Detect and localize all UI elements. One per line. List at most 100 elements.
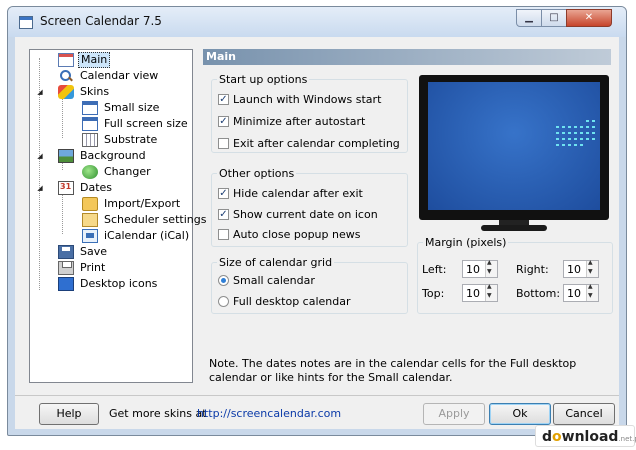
tree-item-label: Dates (80, 181, 113, 194)
other-options-group: Other options ✓ Hide calendar after exit… (211, 167, 408, 247)
launch-with-windows-checkbox[interactable]: ✓ Launch with Windows start (218, 93, 381, 106)
watermark-text: wnload (561, 429, 619, 445)
tree-item-main[interactable]: Main (58, 52, 111, 68)
checkbox-box: ✓ (218, 116, 229, 127)
window-icon (82, 117, 98, 131)
tree-item-label: Print (80, 261, 106, 274)
tree-item-label: Scheduler settings (104, 213, 207, 226)
calendar-day-mark (568, 144, 571, 146)
calendar-day-mark (562, 144, 565, 146)
minimize-button[interactable]: ▁ (516, 9, 542, 27)
margin-top-spinner[interactable]: 10 (462, 283, 498, 302)
calendar-day-mark (592, 120, 595, 122)
checkbox-box (218, 138, 229, 149)
group-title: Size of calendar grid (217, 256, 335, 269)
option-label: Exit after calendar completing (233, 137, 400, 150)
ok-button[interactable]: Ok (489, 403, 551, 425)
margin-bottom-spinner[interactable]: 10 (563, 283, 599, 302)
calendar-day-mark (574, 132, 577, 134)
tree-line (62, 194, 63, 234)
startup-options-group: Start up options ✓ Launch with Windows s… (211, 73, 408, 153)
calendar-day-mark (586, 120, 589, 122)
paint-icon (58, 85, 74, 99)
hide-calendar-after-exit-checkbox[interactable]: ✓ Hide calendar after exit (218, 187, 363, 200)
tree-item-skins[interactable]: Skins (58, 84, 111, 100)
tree-item-changer[interactable]: Changer (82, 164, 153, 180)
title-bar[interactable]: Screen Calendar 7.5 ▁ □ ✕ (8, 7, 626, 37)
tree-item-save[interactable]: Save (58, 244, 109, 260)
watermark-text: o (552, 429, 562, 445)
tree-item-label: Desktop icons (80, 277, 158, 290)
calendar-day-mark (586, 132, 589, 134)
globe-icon (82, 165, 98, 179)
option-label: Hide calendar after exit (233, 187, 363, 200)
option-label: Show current date on icon (233, 208, 378, 221)
margin-right-spinner[interactable]: 10 (563, 259, 599, 278)
option-label: Small calendar (233, 274, 315, 287)
monitor-base (481, 225, 547, 231)
margin-left-label: Left: (422, 263, 447, 276)
show-current-date-checkbox[interactable]: ✓ Show current date on icon (218, 208, 378, 221)
calendar-grid-size-group: Size of calendar grid Small calendar Ful… (211, 256, 408, 314)
tree-item-full-screen-size[interactable]: Full screen size (82, 116, 190, 132)
tree-item-icalendar[interactable]: iCalendar (iCal) (82, 228, 191, 244)
spinner-arrows-icon[interactable] (485, 283, 497, 301)
calendar-day-mark (580, 138, 583, 140)
calendar-day-mark (556, 126, 559, 128)
scheduler-icon (82, 213, 98, 227)
group-title: Margin (pixels) (423, 236, 509, 249)
tree-item-calendar-view[interactable]: Calendar view (58, 68, 160, 84)
maximize-icon: □ (549, 12, 559, 23)
desktop-preview-screen (428, 82, 600, 210)
section-header: Main (203, 49, 611, 65)
tree-item-desktop-icons[interactable]: Desktop icons (58, 276, 159, 292)
tree-item-substrate[interactable]: Substrate (82, 132, 159, 148)
margin-left-spinner[interactable]: 10 (462, 259, 498, 278)
calendar-day-mark (562, 132, 565, 134)
tree-item-label: iCalendar (iCal) (104, 229, 190, 242)
calendar-day-mark (556, 132, 559, 134)
tree-item-label: Changer (104, 165, 151, 178)
calendar-day-mark (586, 126, 589, 128)
download-watermark: download.net.pl (535, 425, 636, 447)
minimize-after-autostart-checkbox[interactable]: ✓ Minimize after autostart (218, 115, 365, 128)
full-desktop-calendar-radio[interactable]: Full desktop calendar (218, 295, 351, 308)
margin-right-label: Right: (516, 263, 549, 276)
maximize-button[interactable]: □ (541, 9, 567, 27)
auto-close-popup-news-checkbox[interactable]: Auto close popup news (218, 228, 360, 241)
spinner-arrows-icon[interactable] (586, 283, 598, 301)
calendar-day-mark (592, 132, 595, 134)
website-link[interactable]: http://screencalendar.com (197, 407, 341, 421)
collapse-arrow-icon[interactable]: ◢ (36, 184, 44, 192)
folder-icon (82, 197, 98, 211)
cancel-button[interactable]: Cancel (553, 403, 615, 425)
small-calendar-radio[interactable]: Small calendar (218, 274, 315, 287)
calendar-day-mark (562, 126, 565, 128)
option-label: Full desktop calendar (233, 295, 351, 308)
close-button[interactable]: ✕ (566, 9, 612, 27)
calendar-day-mark (568, 126, 571, 128)
tree-item-import-export[interactable]: Import/Export (82, 196, 182, 212)
spinner-arrows-icon[interactable] (485, 259, 497, 277)
apply-button[interactable]: Apply (423, 403, 485, 425)
collapse-arrow-icon[interactable]: ◢ (36, 152, 44, 160)
checkbox-box: ✓ (218, 209, 229, 220)
window-icon (82, 101, 98, 115)
tree-item-scheduler-settings[interactable]: Scheduler settings (82, 212, 208, 228)
calendar-day-mark (580, 126, 583, 128)
tree-item-label: Calendar view (80, 69, 159, 82)
ical-icon (82, 229, 98, 243)
tree-item-print[interactable]: Print (58, 260, 107, 276)
calendar-day-mark (580, 132, 583, 134)
checkbox-box (218, 229, 229, 240)
help-button[interactable]: Help (39, 403, 99, 425)
tree-item-dates[interactable]: Dates (58, 180, 114, 196)
spinner-arrows-icon[interactable] (586, 259, 598, 277)
tree-item-label: Full screen size (104, 117, 188, 130)
calendar-day-mark (574, 126, 577, 128)
collapse-arrow-icon[interactable]: ◢ (36, 88, 44, 96)
settings-tree[interactable]: Main Calendar view ◢ Skins Small size Fu… (29, 49, 206, 383)
tree-item-background[interactable]: Background (58, 148, 148, 164)
tree-item-small-size[interactable]: Small size (82, 100, 161, 116)
exit-after-completing-checkbox[interactable]: Exit after calendar completing (218, 137, 400, 150)
